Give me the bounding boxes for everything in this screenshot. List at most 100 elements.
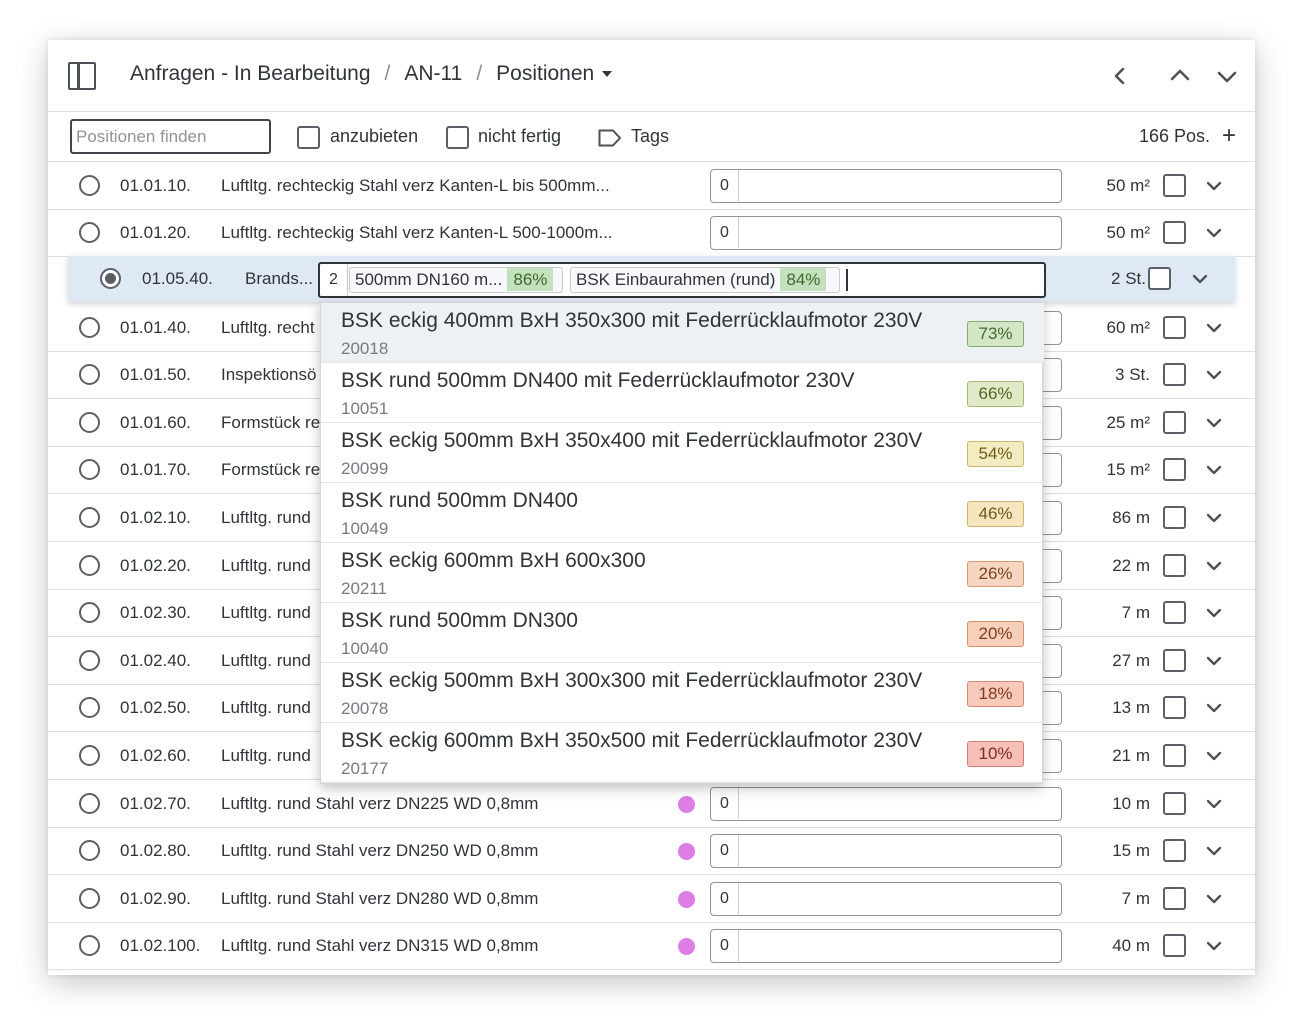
row-radio[interactable] xyxy=(79,793,100,814)
position-number: 01.01.20. xyxy=(120,223,191,242)
suggestion-option[interactable]: BSK eckig 400mm BxH 350x300 mit Federrüc… xyxy=(321,303,1044,363)
suggestion-option[interactable]: BSK rund 500mm DN400 mit Federrücklaufmo… xyxy=(321,363,1044,423)
position-quantity: 27 m xyxy=(1112,651,1150,670)
row-radio[interactable] xyxy=(79,222,100,243)
row-radio[interactable] xyxy=(79,555,100,576)
chevron-down-icon[interactable] xyxy=(1213,62,1241,90)
row-checkbox[interactable] xyxy=(1163,506,1186,529)
match-chip[interactable]: BSK Einbaurahmen (rund) 84% xyxy=(570,267,840,293)
row-checkbox[interactable] xyxy=(1163,363,1186,386)
article-match-input[interactable]: 0 xyxy=(710,169,1062,203)
expand-chevron-icon[interactable] xyxy=(1203,697,1225,719)
position-quantity: 86 m xyxy=(1112,508,1150,527)
expand-chevron-icon[interactable] xyxy=(1203,412,1225,434)
row-checkbox[interactable] xyxy=(1163,744,1186,767)
article-match-input[interactable]: 0 xyxy=(710,834,1062,868)
row-checkbox[interactable] xyxy=(1163,174,1186,197)
expand-chevron-icon[interactable] xyxy=(1203,175,1225,197)
row-radio[interactable] xyxy=(79,602,100,623)
filter-unfinished-label[interactable]: nicht fertig xyxy=(478,126,561,147)
position-description: Luftltg. rund xyxy=(221,556,311,575)
article-match-input[interactable]: 0 xyxy=(710,929,1062,963)
row-checkbox[interactable] xyxy=(1163,887,1186,910)
expand-chevron-icon[interactable] xyxy=(1203,935,1225,957)
row-radio[interactable] xyxy=(79,888,100,909)
expand-chevron-icon[interactable] xyxy=(1203,222,1225,244)
match-chip-percent: 86% xyxy=(507,268,554,291)
row-checkbox[interactable] xyxy=(1163,458,1186,481)
row-radio[interactable] xyxy=(79,412,100,433)
article-match-input[interactable]: 2 500mm DN160 m... 86% BSK Einbaurahmen (… xyxy=(318,262,1046,298)
sidebar-toggle-icon[interactable] xyxy=(68,62,96,90)
position-row[interactable]: 01.02.70. Luftltg. rund Stahl verz DN225 … xyxy=(48,780,1255,828)
chevron-up-icon[interactable] xyxy=(1166,62,1194,90)
suggestion-option[interactable]: BSK eckig 500mm BxH 350x400 mit Federrüc… xyxy=(321,423,1044,483)
expand-chevron-icon[interactable] xyxy=(1203,745,1225,767)
row-checkbox[interactable] xyxy=(1163,696,1186,719)
article-match-input[interactable]: 0 xyxy=(710,787,1062,821)
suggestion-article-id: 10051 xyxy=(341,399,389,418)
expand-chevron-icon[interactable] xyxy=(1203,317,1225,339)
suggestion-option[interactable]: BSK rund 500mm DN300 10040 20% xyxy=(321,603,1044,663)
row-checkbox[interactable] xyxy=(1163,934,1186,957)
chevron-left-icon[interactable] xyxy=(1106,62,1134,90)
row-radio-selected[interactable] xyxy=(100,268,121,289)
expand-chevron-icon[interactable] xyxy=(1189,268,1211,290)
expand-chevron-icon[interactable] xyxy=(1203,459,1225,481)
article-match-input[interactable]: 0 xyxy=(710,216,1062,250)
expand-chevron-icon[interactable] xyxy=(1203,555,1225,577)
row-radio[interactable] xyxy=(79,650,100,671)
position-row[interactable]: 01.02.80. Luftltg. rund Stahl verz DN250 … xyxy=(48,827,1255,875)
row-checkbox[interactable] xyxy=(1163,649,1186,672)
suggestion-title: BSK eckig 500mm BxH 300x300 mit Federrüc… xyxy=(341,669,923,692)
filter-unfinished-checkbox[interactable] xyxy=(446,126,469,149)
expand-chevron-icon[interactable] xyxy=(1203,602,1225,624)
expand-chevron-icon[interactable] xyxy=(1203,840,1225,862)
article-match-input[interactable]: 0 xyxy=(710,882,1062,916)
breadcrumb-item-requests[interactable]: Anfragen - In Bearbeitung xyxy=(130,62,371,86)
expand-chevron-icon[interactable] xyxy=(1203,888,1225,910)
expand-chevron-icon[interactable] xyxy=(1203,793,1225,815)
position-number: 01.02.10. xyxy=(120,508,191,527)
filter-offer-label[interactable]: anzubieten xyxy=(330,126,418,147)
row-radio[interactable] xyxy=(79,697,100,718)
suggestion-option[interactable]: BSK eckig 500mm BxH 300x300 mit Federrüc… xyxy=(321,663,1044,723)
filter-offer-checkbox[interactable] xyxy=(297,126,320,149)
suggestion-option[interactable]: BSK eckig 600mm BxH 350x500 mit Federrüc… xyxy=(321,723,1044,783)
row-checkbox[interactable] xyxy=(1163,411,1186,434)
row-radio[interactable] xyxy=(79,364,100,385)
breadcrumb-item-request-id[interactable]: AN-11 xyxy=(404,62,462,86)
match-chip[interactable]: 500mm DN160 m... 86% xyxy=(349,267,563,293)
tag-icon[interactable] xyxy=(598,129,622,147)
position-row[interactable]: 01.02.100. Luftltg. rund Stahl verz DN315… xyxy=(48,922,1255,970)
status-dot xyxy=(678,843,695,860)
expand-chevron-icon[interactable] xyxy=(1203,364,1225,386)
row-radio[interactable] xyxy=(79,317,100,338)
selected-position-row[interactable]: 01.05.40. Brands... 2 500mm DN160 m... 86… xyxy=(68,256,1235,302)
row-radio[interactable] xyxy=(79,840,100,861)
expand-chevron-icon[interactable] xyxy=(1203,650,1225,672)
row-radio[interactable] xyxy=(79,745,100,766)
row-checkbox[interactable] xyxy=(1163,839,1186,862)
suggestion-option[interactable]: BSK rund 500mm DN400 10049 46% xyxy=(321,483,1044,543)
row-radio[interactable] xyxy=(79,935,100,956)
row-radio[interactable] xyxy=(79,507,100,528)
row-radio[interactable] xyxy=(79,459,100,480)
expand-chevron-icon[interactable] xyxy=(1203,507,1225,529)
caret-down-icon[interactable] xyxy=(602,71,613,77)
row-radio[interactable] xyxy=(79,175,100,196)
position-row[interactable]: 01.02.90. Luftltg. rund Stahl verz DN280 … xyxy=(48,875,1255,923)
suggestion-option[interactable]: BSK eckig 600mm BxH 600x300 20211 26% xyxy=(321,543,1044,603)
add-position-button[interactable]: + xyxy=(1222,122,1236,150)
search-input[interactable] xyxy=(70,119,271,154)
row-checkbox[interactable] xyxy=(1163,316,1186,339)
breadcrumb-item-positions[interactable]: Positionen xyxy=(496,62,594,86)
position-row[interactable]: 01.01.20. Luftltg. rechteckig Stahl verz … xyxy=(48,209,1255,257)
row-checkbox[interactable] xyxy=(1148,267,1171,290)
row-checkbox[interactable] xyxy=(1163,792,1186,815)
row-checkbox[interactable] xyxy=(1163,554,1186,577)
tags-label[interactable]: Tags xyxy=(631,126,669,147)
position-row[interactable]: 01.01.10. Luftltg. rechteckig Stahl verz … xyxy=(48,162,1255,210)
row-checkbox[interactable] xyxy=(1163,221,1186,244)
row-checkbox[interactable] xyxy=(1163,601,1186,624)
